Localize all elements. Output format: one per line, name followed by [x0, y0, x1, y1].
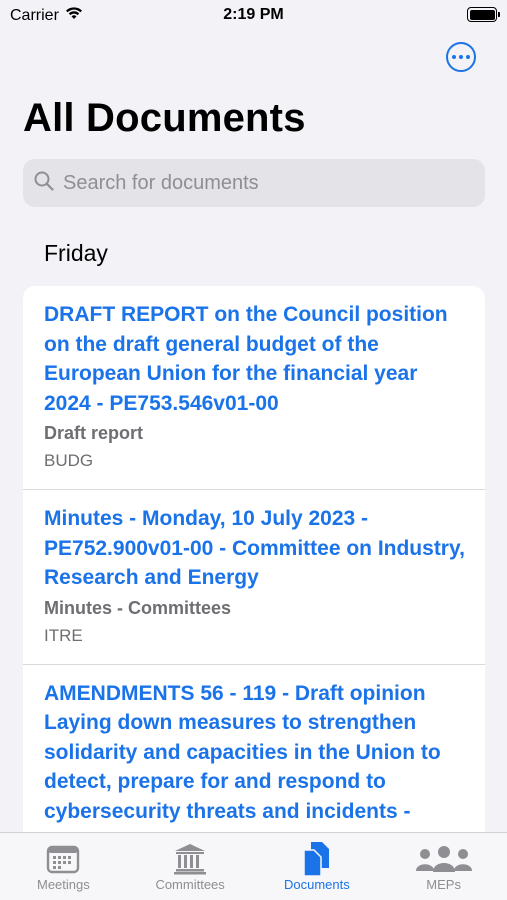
- calendar-icon: [0, 841, 126, 877]
- document-type: Minutes - Committees: [44, 597, 232, 618]
- tab-label: Documents: [284, 877, 350, 892]
- document-title[interactable]: DRAFT REPORT on the Council position on …: [44, 300, 465, 418]
- tab-bar: Meetings Committees Documents MEPs: [0, 832, 507, 900]
- section-header: Friday: [44, 240, 108, 266]
- document-title[interactable]: AMENDMENTS 56 - 119 - Draft opinion Layi…: [44, 679, 465, 847]
- search-input[interactable]: [63, 171, 463, 195]
- ellipsis-circle-icon[interactable]: [446, 42, 476, 72]
- tab-label: MEPs: [426, 877, 461, 892]
- tab-label: Committees: [155, 877, 225, 892]
- documents-list: DRAFT REPORT on the Council position on …: [23, 286, 485, 846]
- people-icon: [381, 841, 507, 877]
- tab-meps[interactable]: MEPs: [381, 841, 507, 900]
- tab-label: Meetings: [37, 877, 90, 892]
- tab-documents[interactable]: Documents: [254, 841, 380, 900]
- tab-meetings[interactable]: Meetings: [0, 841, 126, 900]
- battery-icon: [467, 7, 500, 22]
- list-item[interactable]: AMENDMENTS 56 - 119 - Draft opinion Layi…: [23, 665, 485, 847]
- search-icon: [33, 170, 55, 197]
- list-item[interactable]: DRAFT REPORT on the Council position on …: [23, 286, 485, 490]
- page-title: All Documents: [23, 96, 306, 140]
- document-committee: BUDG: [44, 451, 94, 470]
- document-committee: ITRE: [44, 625, 83, 645]
- status-bar: Carrier 2:19 PM: [0, 0, 507, 30]
- tab-committees[interactable]: Committees: [127, 841, 253, 900]
- document-type: Draft report: [44, 423, 144, 443]
- documents-icon: [254, 841, 380, 877]
- document-title[interactable]: Minutes - Monday, 10 July 2023 - PE752.9…: [44, 504, 465, 593]
- list-item[interactable]: Minutes - Monday, 10 July 2023 - PE752.9…: [23, 490, 485, 665]
- building-columns-icon: [127, 841, 253, 877]
- search-bar[interactable]: [23, 159, 485, 207]
- clock: 2:19 PM: [223, 6, 284, 23]
